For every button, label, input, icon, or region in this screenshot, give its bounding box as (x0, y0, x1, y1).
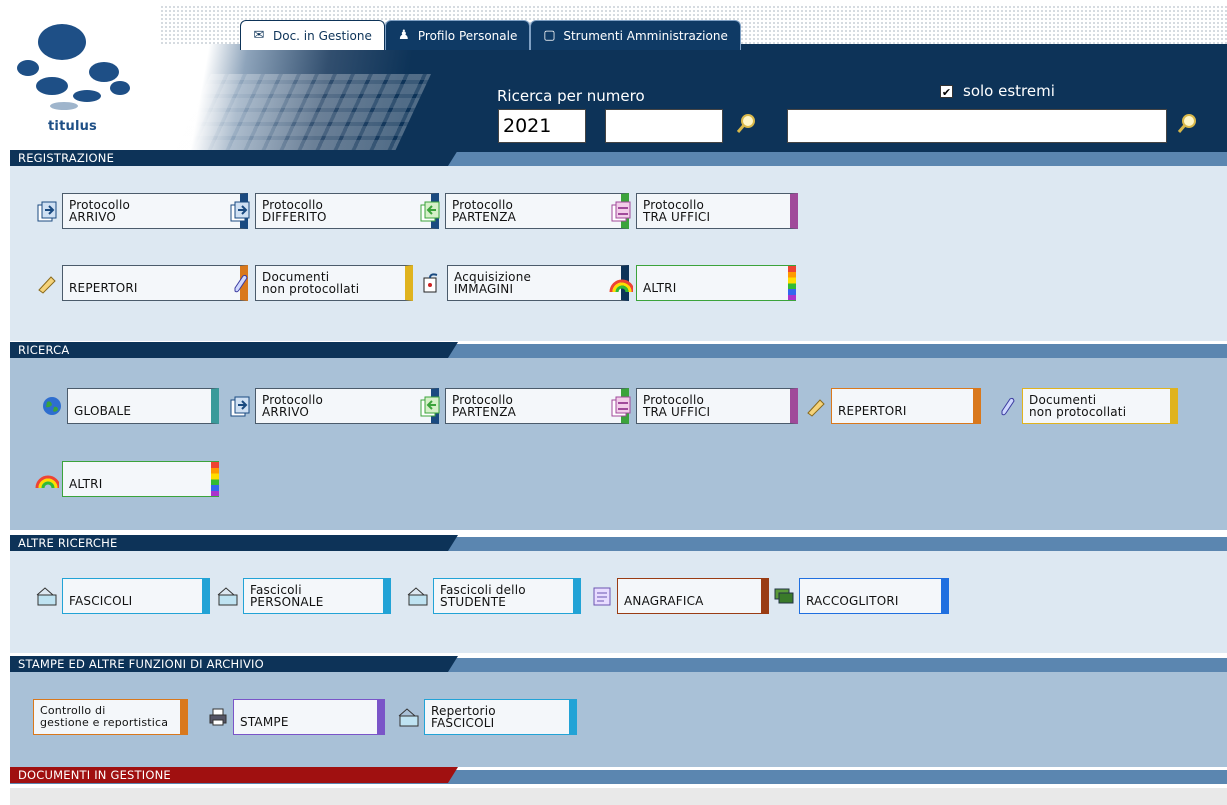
ric-globale-button[interactable]: GLOBALE (40, 388, 219, 424)
tab-strumenti-amministrazione[interactable]: ▢ Strumenti Amministrazione (530, 20, 741, 50)
ric-protocollo-partenza-button[interactable]: Protocollo PARTENZA (418, 388, 629, 424)
paperclip-icon (995, 394, 1019, 418)
folder-icon (35, 584, 59, 608)
section-documenti-in-gestione-panel (10, 788, 1227, 805)
rainbow-icon (609, 271, 633, 295)
keyboard-graphic (169, 74, 431, 154)
search-label: Ricerca per numero (497, 87, 645, 105)
section-ricerca-panel (10, 358, 1227, 530)
alt-fascicoli-studente-button[interactable]: Fascicoli dello STUDENTE (406, 578, 581, 614)
solo-estremi-checkbox[interactable]: ✔ (940, 84, 953, 99)
doc-arrow-out-icon (418, 394, 442, 418)
printer-icon (206, 705, 230, 729)
stp-stampe-button[interactable]: STAMPE (206, 699, 385, 735)
globe-icon (40, 394, 64, 418)
header: titulus ✉ Doc. in Gestione ♟ Profilo Per… (0, 0, 1227, 154)
section-stampe-panel (10, 672, 1227, 767)
ric-altri-button[interactable]: ALTRI (35, 461, 219, 497)
reg-documenti-non-protocollati-button[interactable]: Documenti non protocollati (228, 265, 413, 301)
folder-icon (216, 584, 240, 608)
reg-protocollo-tra-uffici-button[interactable]: Protocollo TRA UFFICI (609, 193, 798, 229)
ric-protocollo-arrivo-button[interactable]: Protocollo ARRIVO (228, 388, 439, 424)
pencil-icon (804, 394, 828, 418)
magnifier-icon (736, 114, 755, 133)
main-tabs: ✉ Doc. in Gestione ♟ Profilo Personale ▢… (240, 20, 741, 50)
reg-protocollo-arrivo-button[interactable]: Protocollo ARRIVO (35, 193, 248, 229)
solo-estremi-option[interactable]: ✔ solo estremi (940, 82, 1055, 100)
doc-arrow-out-icon (418, 199, 442, 223)
section-documenti-in-gestione-title[interactable]: DOCUMENTI IN GESTIONE (10, 767, 458, 783)
alt-raccoglitori-button[interactable]: RACCOGLITORI (772, 578, 949, 614)
rainbow-icon (35, 467, 59, 491)
reg-altri-button[interactable]: ALTRI (609, 265, 796, 301)
doc-arrow-in-icon (228, 394, 252, 418)
section-altre-ricerche-title: ALTRE RICERCHE (10, 535, 458, 551)
alt-fascicoli-personale-button[interactable]: Fascicoli PERSONALE (216, 578, 391, 614)
binders-icon (772, 584, 796, 608)
section-registrazione-title: REGISTRAZIONE (10, 150, 458, 166)
doc-exchange-icon (609, 199, 633, 223)
alt-fascicoli-button[interactable]: FASCICOLI (35, 578, 210, 614)
search-text-input[interactable] (787, 109, 1167, 143)
paperclip-icon (228, 271, 252, 295)
doc-exchange-icon (609, 394, 633, 418)
section-stampe-title: STAMPE ED ALTRE FUNZIONI DI ARCHIVIO (10, 656, 458, 672)
envelope-icon: ✉ (253, 28, 265, 43)
search-number-button[interactable] (735, 113, 757, 135)
stp-repertorio-fascicoli-button[interactable]: Repertorio FASCICOLI (397, 699, 577, 735)
folder-tools-icon: ▢ (543, 28, 556, 43)
alt-anagrafica-button[interactable]: ANAGRAFICA (590, 578, 769, 614)
folder-icon (406, 584, 430, 608)
tab-profilo-personale[interactable]: ♟ Profilo Personale (384, 20, 531, 50)
reg-protocollo-partenza-button[interactable]: Protocollo PARTENZA (418, 193, 629, 229)
reg-protocollo-differito-button[interactable]: Protocollo DIFFERITO (228, 193, 439, 229)
person-icon: ♟ (398, 28, 410, 43)
ric-documenti-non-protocollati-button[interactable]: Documenti non protocollati (995, 388, 1178, 424)
search-number-input[interactable] (605, 109, 723, 143)
search-year-input[interactable] (498, 109, 586, 143)
ric-protocollo-tra-uffici-button[interactable]: Protocollo TRA UFFICI (609, 388, 798, 424)
doc-arrow-in-icon (228, 199, 252, 223)
pencil-icon (35, 271, 59, 295)
address-card-icon (590, 584, 614, 608)
ric-repertori-button[interactable]: REPERTORI (804, 388, 981, 424)
tab-doc-in-gestione[interactable]: ✉ Doc. in Gestione (240, 20, 385, 50)
reg-acquisizione-immagini-button[interactable]: Acquisizione IMMAGINI (420, 265, 629, 301)
magnifier-icon (1177, 114, 1196, 133)
scanner-doc-icon (420, 271, 444, 295)
doc-arrow-in-icon (35, 199, 59, 223)
reg-repertori-button[interactable]: REPERTORI (35, 265, 248, 301)
logo-text: titulus (48, 119, 97, 134)
search-text-button[interactable] (1176, 113, 1198, 135)
section-ricerca-title: RICERCA (10, 342, 458, 358)
folder-icon (397, 705, 421, 729)
stp-controllo-gestione-button[interactable]: Controllo di gestione e reportistica (33, 699, 188, 735)
